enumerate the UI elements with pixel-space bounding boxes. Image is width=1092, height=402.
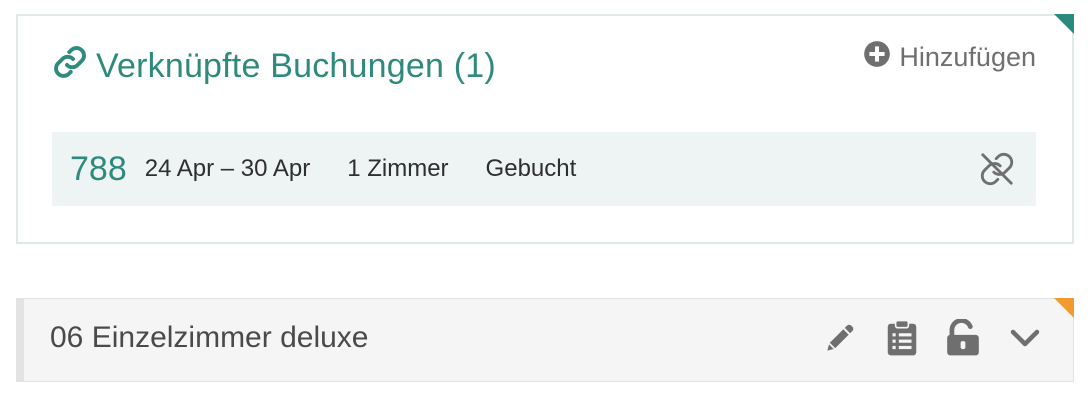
room-actions — [821, 319, 1043, 357]
unlock-icon[interactable] — [945, 319, 981, 357]
linked-bookings-heading: Verknüpfte Buchungen (1) — [52, 44, 496, 89]
linked-booking-row[interactable]: 788 24 Apr – 30 Apr 1 Zimmer Gebucht — [52, 132, 1036, 206]
chevron-down-icon[interactable] — [1007, 320, 1043, 356]
plus-circle-icon — [863, 40, 899, 75]
linked-bookings-title: Verknüpfte Buchungen (1) — [96, 47, 496, 85]
add-linked-booking-button[interactable]: Hinzufügen — [863, 40, 1036, 75]
booking-id-link[interactable]: 788 — [70, 150, 127, 189]
booking-dates: 24 Apr – 30 Apr — [144, 155, 311, 182]
room-name: 06 Einzelzimmer deluxe — [50, 321, 369, 354]
booking-status: Gebucht — [485, 155, 577, 182]
add-button-label: Hinzufügen — [899, 42, 1036, 72]
room-panel-header[interactable]: 06 Einzelzimmer deluxe — [16, 298, 1074, 382]
room-corner-marker — [1054, 298, 1074, 318]
unlink-icon[interactable] — [978, 150, 1016, 193]
clipboard-icon[interactable] — [885, 319, 919, 357]
linked-bookings-card: Verknüpfte Buchungen (1) Hinzufügen 788 … — [16, 14, 1074, 244]
booking-rooms: 1 Zimmer — [347, 155, 449, 182]
status-corner-marker — [1054, 14, 1074, 34]
pencil-icon[interactable] — [821, 319, 859, 357]
link-icon — [52, 44, 96, 89]
